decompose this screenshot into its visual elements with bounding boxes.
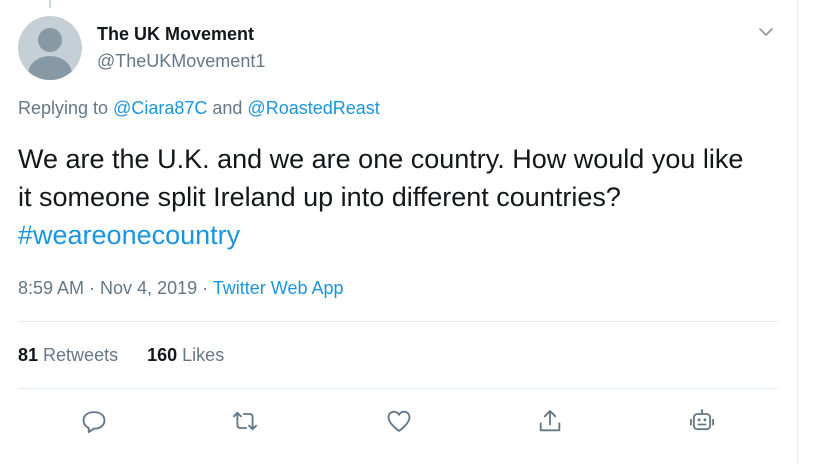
divider-top (18, 321, 778, 322)
mention-link-roastedreast[interactable]: @RoastedReast (247, 98, 379, 118)
tweet-date[interactable]: Nov 4, 2019 (100, 278, 197, 298)
mention-link-ciara[interactable]: @Ciara87C (113, 98, 207, 118)
replying-to-joiner: and (207, 98, 248, 118)
likes-count: 160 (147, 345, 178, 365)
tweet-body-text: We are the U.K. and we are one country. … (18, 144, 744, 212)
retweets-count: 81 (18, 345, 39, 365)
retweets-label: Retweets (43, 345, 119, 365)
likes-label: Likes (182, 345, 225, 365)
thread-connector-line (49, 0, 51, 8)
share-icon (539, 410, 561, 432)
bot-icon (689, 408, 715, 431)
reply-icon (82, 411, 106, 434)
replying-to-prefix: Replying to (18, 98, 114, 118)
divider-bottom (18, 388, 778, 389)
retweet-button[interactable] (231, 407, 259, 435)
retweet-icon (232, 411, 258, 431)
tweet-time[interactable]: 8:59 AM (18, 278, 84, 298)
tweet-source-link[interactable]: Twitter Web App (213, 278, 344, 298)
like-button[interactable] (385, 407, 413, 435)
tweet-meta: 8:59 AM · Nov 4, 2019 · Twitter Web App (18, 278, 344, 299)
avatar[interactable] (18, 16, 82, 80)
likes-stat[interactable]: 160 Likes (147, 345, 224, 365)
retweets-stat[interactable]: 81 Retweets (18, 345, 118, 365)
replying-to-line: Replying to @Ciara87C and @RoastedReast (18, 98, 380, 119)
tweet-text: We are the U.K. and we are one country. … (18, 140, 758, 254)
share-button[interactable] (536, 407, 564, 435)
meta-separator-2: · (197, 278, 213, 298)
reply-button[interactable] (80, 407, 108, 435)
avatar-body (28, 56, 72, 80)
avatar-head (38, 28, 62, 52)
column-border (797, 0, 798, 464)
author-display-name[interactable]: The UK Movement (97, 24, 254, 45)
bot-button[interactable] (688, 407, 716, 435)
chevron-down-icon[interactable] (756, 22, 776, 42)
meta-separator: · (84, 278, 101, 298)
author-handle[interactable]: @TheUKMovement1 (97, 51, 265, 72)
tweet-stats: 81 Retweets 160 Likes (18, 345, 224, 366)
heart-icon (387, 410, 411, 432)
hashtag-link[interactable]: #weareonecountry (18, 220, 240, 250)
